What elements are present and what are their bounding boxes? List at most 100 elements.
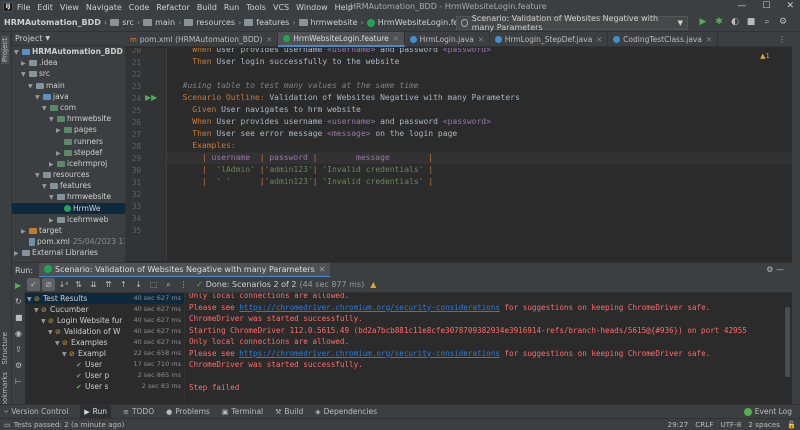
console-link[interactable]: https://chromedriver.chromium.org/securi… [239, 303, 500, 312]
camera-icon[interactable]: ◉ [15, 329, 22, 338]
pin-icon[interactable]: ⊢ [15, 377, 22, 386]
editor-tab[interactable]: HrmLogin_StepDef.java ✕ [490, 32, 609, 47]
rerun-failed-icon[interactable]: ↻ [15, 297, 22, 306]
search-everywhere-icon[interactable]: ⌕ [761, 16, 773, 28]
expand-all-icon[interactable]: ⇊ [87, 278, 100, 291]
project-tree-item[interactable]: pom.xml25/04/2023 13:5 [12, 236, 125, 247]
console-scrollbar[interactable] [785, 307, 790, 377]
breadcrumb-item[interactable]: resources › [184, 18, 241, 27]
test-result-row[interactable]: ▼ ⊘ Login Website fur 40 sec 627 ms [25, 315, 184, 326]
rerun-icon[interactable]: ▶ [15, 281, 21, 290]
test-result-row[interactable]: ▼ ⊘ Validation of W 40 sec 627 ms [25, 326, 184, 337]
project-tree-item[interactable]: ▶ pages [12, 124, 125, 135]
menu-refactor[interactable]: Refactor [156, 3, 190, 12]
breadcrumb-item[interactable]: src › [110, 18, 140, 27]
project-tree-item[interactable]: ▶ stepdef [12, 147, 125, 158]
menu-tools[interactable]: Tools [246, 3, 266, 12]
editor-tab[interactable]: HrmLogin.java ✕ [405, 32, 490, 47]
project-tree-item[interactable]: ▶ .idea [12, 57, 125, 68]
project-tree-item[interactable]: ▼ java [12, 91, 125, 102]
next-failed-icon[interactable]: ↓ [132, 278, 145, 291]
more-options-icon[interactable]: ⋮ [177, 278, 190, 291]
close-icon[interactable]: ✕ [393, 35, 399, 43]
project-tree-item[interactable]: ▼ features [12, 180, 125, 191]
project-tree-item[interactable]: ▶ External Libraries [12, 247, 125, 258]
project-tree-item[interactable]: ▶ icehrmweb [12, 214, 125, 225]
breadcrumb-item[interactable]: features › [244, 18, 296, 27]
chevron-right-icon[interactable]: ▶ [14, 248, 22, 259]
caret-position[interactable]: 29:27 [668, 420, 689, 429]
search-icon[interactable]: ⌕ [162, 278, 175, 291]
breadcrumb-item[interactable]: main › [143, 18, 181, 27]
menu-vcs[interactable]: VCS [273, 3, 289, 12]
project-tree-item[interactable]: ▼ hrmwebsite [12, 191, 125, 202]
settings-icon[interactable]: ⚙ [777, 16, 789, 28]
test-result-row[interactable]: ▼ ⊘ Cucumber 40 sec 627 ms [25, 304, 184, 315]
coverage-icon[interactable]: ◐ [729, 16, 741, 28]
close-icon[interactable]: ✕ [706, 36, 712, 44]
project-panel-header[interactable]: Project ▼ [12, 32, 125, 46]
project-tool-button[interactable]: Project [1, 36, 9, 64]
lock-icon[interactable]: 🔓 [787, 420, 796, 429]
indent-setting[interactable]: 2 spaces [748, 420, 780, 429]
bottom-tab-version-control[interactable]: ⑂ Version Control [4, 405, 68, 419]
show-ignored-icon[interactable]: ⊘ [42, 278, 55, 291]
menu-edit[interactable]: Edit [37, 3, 53, 12]
project-tree-item[interactable]: ▶ icehrmproj [12, 158, 125, 169]
breadcrumb-item[interactable]: HRMAutomation_BDD › [4, 18, 107, 27]
run-configuration-selector[interactable]: Scenario: Validation of Websites Negativ… [456, 14, 688, 32]
bottom-tab-problems[interactable]: ● Problems [166, 405, 210, 419]
sort-duration-icon[interactable]: ⇅ [72, 278, 85, 291]
test-result-row[interactable]: ▼ ⊘ Test Results 40 sec 627 ms [25, 293, 184, 304]
bottom-tab-terminal[interactable]: ▣ Terminal [222, 405, 263, 419]
test-result-row[interactable]: ▼ ⊘ Examples 40 sec 627 ms [25, 337, 184, 348]
menu-file[interactable]: File [17, 3, 30, 12]
project-tree-item[interactable]: ▼ main [12, 80, 125, 91]
structure-tool-button[interactable]: Structure [1, 332, 9, 365]
menu-window[interactable]: Window [296, 3, 328, 12]
close-icon[interactable]: ✕ [319, 265, 326, 274]
bottom-tab-todo[interactable]: ≡ TODO [123, 405, 154, 419]
code-editor[interactable]: 20 21 22 23 24 ▶▶ 25 26 27 28 29 30 31 32 33 34 35 When … [125, 48, 792, 261]
project-tree-item[interactable]: runners [12, 136, 125, 147]
file-encoding[interactable]: UTF-8 [720, 420, 741, 429]
close-icon[interactable]: ✕ [478, 36, 484, 44]
project-tree-item[interactable]: ▼HRMAutomation_BDDC:\ [12, 46, 125, 57]
project-tree-item[interactable]: ▼ com [12, 102, 125, 113]
project-tree-item[interactable]: ▼ src [12, 68, 125, 79]
inspection-warning-badge[interactable]: ▲1 [760, 52, 770, 60]
debug-icon[interactable]: ✱ [713, 16, 725, 28]
show-passed-icon[interactable]: ✓ [27, 278, 40, 291]
bottom-tab-build[interactable]: ⚒ Build [275, 405, 303, 419]
breadcrumb-item[interactable]: hrmwebsite › [298, 18, 364, 27]
test-result-row[interactable]: ✔ User 17 sec 710 ms [25, 359, 184, 370]
menu-run[interactable]: Run [224, 3, 239, 12]
menu-code[interactable]: Code [129, 3, 149, 12]
menu-build[interactable]: Build [197, 3, 217, 12]
project-tree-item[interactable]: ▼ resources [12, 169, 125, 180]
run-scenario-icon[interactable]: ▶▶ [145, 93, 157, 102]
close-icon[interactable]: ✕ [266, 36, 272, 44]
status-message[interactable]: Tests passed: 2 (a minute ago) [14, 420, 124, 429]
bottom-tab-dependencies[interactable]: ◈ Dependencies [315, 405, 377, 419]
run-icon[interactable]: ▶ [697, 16, 709, 28]
close-icon[interactable]: ✕ [596, 36, 602, 44]
test-result-row[interactable]: ✔ User s 2 sec 83 ms [25, 381, 184, 392]
export-icon[interactable]: ⇪ [15, 345, 22, 354]
run-console[interactable]: Only local connections are allowed. Pleas… [185, 293, 792, 404]
gear-icon[interactable]: ⚙ — [766, 265, 784, 274]
menu-navigate[interactable]: Navigate [86, 3, 122, 12]
menu-view[interactable]: View [60, 3, 79, 12]
settings-icon[interactable]: ⚙ [15, 361, 22, 370]
run-tab[interactable]: Scenario: Validation of Websites Negativ… [39, 262, 331, 278]
line-separator[interactable]: CRLF [695, 420, 713, 429]
project-tree-item[interactable]: ▼ hrmwebsite [12, 113, 125, 124]
collapse-all-icon[interactable]: ⇈ [102, 278, 115, 291]
maximize-button[interactable]: ☐ [762, 1, 770, 11]
event-log-button[interactable]: Event Log [743, 407, 792, 416]
project-tree-item[interactable]: ▶ target [12, 225, 125, 236]
stop-icon[interactable]: ■ [15, 313, 23, 322]
close-window-button[interactable]: ✕ [786, 1, 794, 11]
project-tree-item[interactable]: HrmWe [12, 202, 125, 214]
export-results-icon[interactable]: ⬚ [147, 278, 160, 291]
